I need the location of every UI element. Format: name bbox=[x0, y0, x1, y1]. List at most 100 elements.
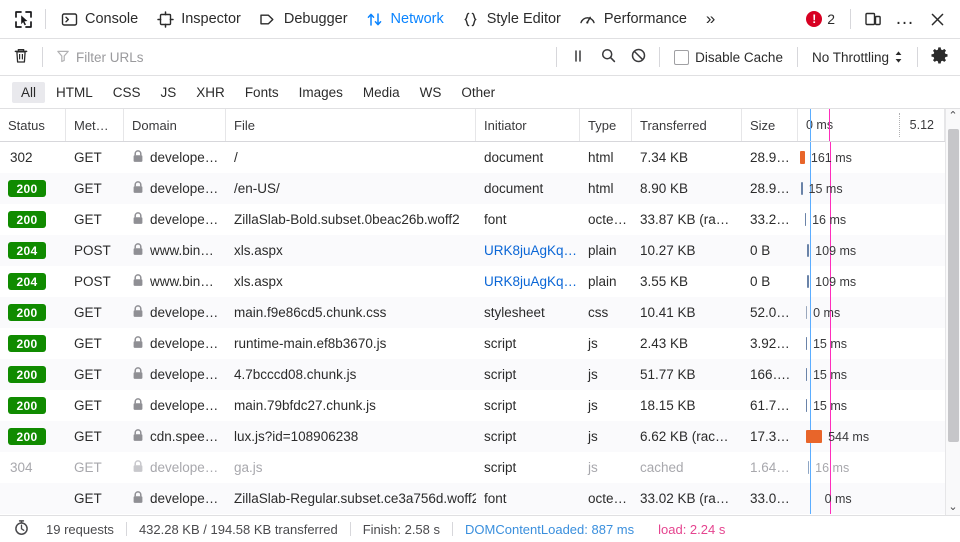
tab-style-editor[interactable]: Style Editor bbox=[453, 4, 570, 34]
tab-console[interactable]: Console bbox=[51, 4, 147, 34]
filter-urls-input[interactable]: Filter URLs bbox=[49, 44, 550, 70]
waterfall-end-label: 5.12 bbox=[910, 118, 934, 132]
throttling-select[interactable]: No Throttling bbox=[804, 50, 911, 65]
throttling-label: No Throttling bbox=[812, 50, 889, 65]
cell-waterfall: 544 ms bbox=[798, 421, 945, 452]
trash-icon bbox=[12, 47, 30, 68]
tab-debugger-label: Debugger bbox=[284, 11, 348, 27]
filter-media[interactable]: Media bbox=[354, 82, 409, 103]
waterfall-track: 16 ms bbox=[798, 452, 945, 483]
search-button[interactable] bbox=[593, 44, 623, 70]
network-settings-button[interactable] bbox=[924, 44, 954, 70]
cell-waterfall: 15 ms bbox=[798, 328, 945, 359]
cell-size: 28.9… bbox=[742, 142, 798, 173]
tab-performance[interactable]: Performance bbox=[570, 4, 696, 34]
waterfall-bar bbox=[807, 244, 809, 257]
inspector-icon bbox=[156, 10, 174, 28]
column-header-waterfall[interactable]: 0 ms 5.12 bbox=[798, 109, 945, 141]
cell-type: css bbox=[580, 297, 632, 328]
cell-waterfall: 15 ms bbox=[798, 359, 945, 390]
waterfall-dcl-marker-header bbox=[810, 109, 811, 141]
cell-domain: www.bin… bbox=[124, 266, 226, 297]
domain-text: develope… bbox=[150, 336, 218, 351]
block-requests-button[interactable] bbox=[623, 44, 653, 70]
table-row[interactable]: 204POSTwww.bin…xls.aspxURK8juAgKq…plain1… bbox=[0, 235, 945, 266]
scrollbar-thumb[interactable] bbox=[948, 129, 959, 442]
table-row[interactable]: 304GETdevelope…ga.jsscriptjscached1.64…1… bbox=[0, 452, 945, 483]
disable-cache-checkbox[interactable]: Disable Cache bbox=[666, 50, 791, 65]
column-header-method[interactable]: Met… bbox=[66, 109, 124, 141]
pause-button[interactable] bbox=[563, 44, 593, 70]
waterfall-track: 15 ms bbox=[798, 359, 945, 390]
table-row[interactable]: 200GETdevelope…4.7bcccd08.chunk.jsscript… bbox=[0, 359, 945, 390]
table-row[interactable]: 200GETdevelope…/en-US/documenthtml8.90 K… bbox=[0, 173, 945, 204]
initiator-text[interactable]: URK8juAgKq… bbox=[484, 243, 577, 258]
cell-waterfall: 15 ms bbox=[798, 173, 945, 204]
column-header-initiator[interactable]: Initiator bbox=[476, 109, 580, 141]
block-requests-icon bbox=[630, 47, 647, 67]
initiator-text[interactable]: URK8juAgKq… bbox=[484, 274, 577, 289]
column-header-size[interactable]: Size bbox=[742, 109, 798, 141]
table-row[interactable]: 200GETdevelope…ZillaSlab-Bold.subset.0be… bbox=[0, 204, 945, 235]
table-row[interactable]: 200GETdevelope…runtime-main.ef8b3670.jss… bbox=[0, 328, 945, 359]
table-row[interactable]: 204POSTwww.bin…xls.aspxURK8juAgKq…plain3… bbox=[0, 266, 945, 297]
responsive-design-mode-icon[interactable] bbox=[858, 4, 888, 34]
cell-transferred: 8.90 KB bbox=[632, 173, 742, 204]
lock-icon bbox=[132, 491, 144, 507]
table-row[interactable]: GETdevelope…ZillaSlab-Regular.subset.ce3… bbox=[0, 483, 945, 514]
funnel-icon bbox=[56, 49, 70, 66]
clear-requests-button[interactable] bbox=[6, 44, 36, 70]
column-header-domain[interactable]: Domain bbox=[124, 109, 226, 141]
more-options-icon[interactable]: … bbox=[890, 4, 920, 34]
cell-size: 52.0… bbox=[742, 297, 798, 328]
close-icon[interactable] bbox=[922, 4, 952, 34]
toolbar-divider bbox=[45, 9, 46, 29]
cell-domain: develope… bbox=[124, 452, 226, 483]
cell-method: GET bbox=[66, 421, 124, 452]
lock-icon bbox=[132, 150, 144, 166]
element-picker-icon[interactable] bbox=[6, 4, 40, 34]
updown-arrows-icon bbox=[894, 50, 903, 64]
disable-cache-label: Disable Cache bbox=[695, 50, 783, 65]
error-count-badge[interactable]: ! 2 bbox=[798, 11, 843, 27]
cell-size: 33.0… bbox=[742, 483, 798, 514]
tab-inspector[interactable]: Inspector bbox=[147, 4, 250, 34]
tab-network[interactable]: Network bbox=[357, 4, 453, 34]
scroll-up-arrow-icon[interactable]: ⌃ bbox=[948, 111, 957, 122]
network-status-bar: 19 requests 432.28 KB / 194.58 KB transf… bbox=[0, 515, 960, 542]
table-row[interactable]: 200GETdevelope…main.f9e86cd5.chunk.cssst… bbox=[0, 297, 945, 328]
cell-status: 200 bbox=[0, 297, 66, 328]
table-row[interactable]: 200GETdevelope…main.79bfdc27.chunk.jsscr… bbox=[0, 390, 945, 421]
column-header-file[interactable]: File bbox=[226, 109, 476, 141]
tab-overflow-chevron-icon[interactable]: » bbox=[696, 4, 725, 34]
performance-analysis-button[interactable] bbox=[8, 518, 34, 540]
dcl-marker-line bbox=[810, 235, 811, 266]
filter-all[interactable]: All bbox=[12, 82, 45, 103]
waterfall-bar bbox=[801, 182, 802, 195]
table-row[interactable]: 200GETcdn.spee…lux.js?id=108906238script… bbox=[0, 421, 945, 452]
vertical-scrollbar[interactable]: ⌃ ⌄ bbox=[945, 109, 960, 515]
status-badge: 200 bbox=[8, 335, 46, 352]
filter-images[interactable]: Images bbox=[290, 82, 352, 103]
scroll-down-arrow-icon[interactable]: ⌄ bbox=[948, 502, 957, 513]
filter-xhr[interactable]: XHR bbox=[187, 82, 234, 103]
cell-status: 204 bbox=[0, 235, 66, 266]
column-header-transferred[interactable]: Transferred bbox=[632, 109, 742, 141]
tab-style-editor-label: Style Editor bbox=[487, 11, 561, 27]
table-row[interactable]: 302GETdevelope…/documenthtml7.34 KB28.9…… bbox=[0, 142, 945, 173]
tab-network-label: Network bbox=[391, 11, 444, 27]
tab-debugger[interactable]: Debugger bbox=[250, 4, 357, 34]
filter-css[interactable]: CSS bbox=[104, 82, 150, 103]
initiator-text: font bbox=[484, 212, 507, 227]
filter-fonts[interactable]: Fonts bbox=[236, 82, 288, 103]
filter-ws[interactable]: WS bbox=[411, 82, 451, 103]
waterfall-duration-label: 16 ms bbox=[815, 452, 849, 483]
column-header-status[interactable]: Status bbox=[0, 109, 66, 141]
request-type-filter-bar: All HTML CSS JS XHR Fonts Images Media W… bbox=[0, 76, 960, 109]
filter-html[interactable]: HTML bbox=[47, 82, 102, 103]
column-header-type[interactable]: Type bbox=[580, 109, 632, 141]
waterfall-duration-label: 0 ms bbox=[825, 483, 852, 514]
cell-status: 200 bbox=[0, 328, 66, 359]
filter-js[interactable]: JS bbox=[152, 82, 186, 103]
filter-other[interactable]: Other bbox=[452, 82, 504, 103]
